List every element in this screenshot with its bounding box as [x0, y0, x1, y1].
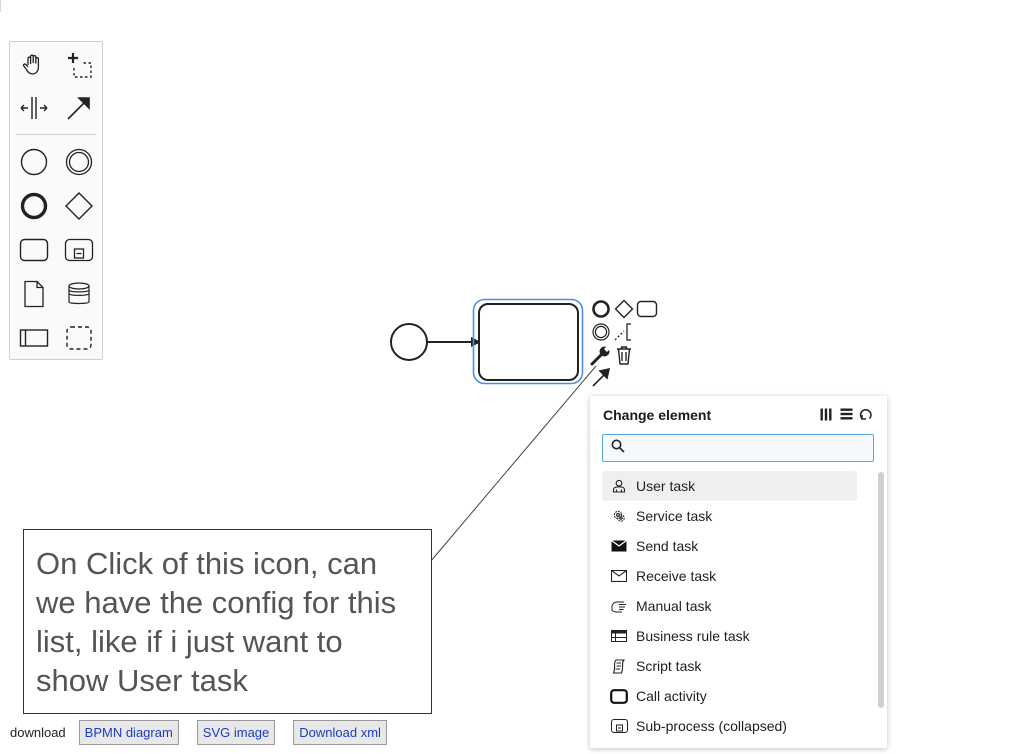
hand-tool-icon[interactable]	[14, 45, 54, 85]
entry-send-task[interactable]: Send task	[602, 531, 857, 561]
entry-script-task[interactable]: Script task	[602, 651, 857, 681]
business-rule-task-icon	[610, 627, 628, 645]
annotation-line: show User task	[36, 663, 248, 698]
pool-icon[interactable]	[14, 318, 54, 358]
annotation-line: On Click of this icon, can	[36, 546, 378, 581]
change-element-popup: Change element User task Service task Se…	[590, 396, 887, 748]
intermediate-event-icon[interactable]	[59, 142, 99, 182]
search-input[interactable]	[631, 437, 873, 459]
append-gateway-icon[interactable]	[613, 298, 635, 320]
selected-task[interactable]	[478, 303, 579, 381]
start-event[interactable]	[390, 323, 428, 361]
data-store-icon[interactable]	[59, 274, 99, 314]
annotation-line: we have the config for this	[36, 585, 397, 620]
search-icon	[611, 439, 625, 458]
annotation-line: list, like if i just want to	[36, 624, 343, 659]
space-tool-icon[interactable]	[14, 88, 54, 128]
data-object-icon[interactable]	[14, 274, 54, 314]
annotation-note: On Click of this icon, can we have the c…	[23, 529, 432, 714]
popup-entry-list: User task Service task Send task Receive…	[602, 471, 857, 741]
entry-service-task[interactable]: Service task	[602, 501, 857, 531]
start-event-icon[interactable]	[14, 142, 54, 182]
entry-receive-task[interactable]: Receive task	[602, 561, 857, 591]
delete-trash-icon[interactable]	[613, 344, 635, 366]
entry-label: User task	[636, 478, 696, 494]
send-task-icon	[610, 537, 628, 555]
sequential-multi-instance-icon[interactable]	[839, 407, 853, 421]
entry-label: Service task	[636, 508, 713, 524]
popup-search-field[interactable]	[602, 434, 874, 462]
end-event-icon[interactable]	[14, 186, 54, 226]
append-intermediate-event-icon[interactable]	[590, 321, 612, 343]
download-bpmn-button[interactable]: BPMN diagram	[78, 720, 179, 745]
call-activity-icon	[610, 687, 628, 705]
wrench-change-type-icon[interactable]	[590, 344, 612, 366]
append-task-icon[interactable]	[636, 298, 658, 320]
entry-label: Send task	[636, 538, 699, 554]
lasso-tool-icon[interactable]	[59, 45, 99, 85]
task-icon[interactable]	[14, 230, 54, 270]
entry-label: Script task	[636, 658, 702, 674]
connect-arrow-icon[interactable]	[590, 366, 612, 388]
loop-icon[interactable]	[859, 407, 873, 421]
download-label: download	[10, 725, 66, 740]
palette-separator	[16, 134, 96, 135]
entry-label: Manual task	[636, 598, 712, 614]
popup-scrollbar[interactable]	[878, 472, 884, 708]
download-svg-button[interactable]: SVG image	[196, 720, 276, 745]
service-task-icon	[610, 507, 628, 525]
annotation-pointer-line	[424, 365, 597, 569]
entry-label: Call activity	[636, 688, 707, 704]
subprocess-icon[interactable]	[59, 230, 99, 270]
gateway-icon[interactable]	[59, 186, 99, 226]
popup-header-tools	[819, 407, 873, 421]
connect-tool-icon[interactable]	[59, 88, 99, 128]
group-icon[interactable]	[59, 318, 99, 358]
canvas-edge-mark	[0, 0, 1, 12]
entry-call-activity[interactable]: Call activity	[602, 681, 857, 711]
entry-business-rule-task[interactable]: Business rule task	[602, 621, 857, 651]
popup-title: Change element	[603, 407, 712, 423]
entry-subprocess-collapsed[interactable]: Sub-process (collapsed)	[602, 711, 857, 741]
append-text-annotation-icon[interactable]	[613, 321, 635, 343]
user-task-icon	[610, 477, 628, 495]
download-bar: download BPMN diagram SVG image Download…	[10, 720, 405, 745]
parallel-multi-instance-icon[interactable]	[819, 407, 833, 421]
subprocess-collapsed-icon	[610, 717, 628, 735]
entry-user-task[interactable]: User task	[602, 471, 857, 501]
append-end-event-icon[interactable]	[590, 298, 612, 320]
tool-palette	[9, 41, 103, 360]
entry-label: Receive task	[636, 568, 717, 584]
download-xml-button[interactable]: Download xml	[293, 720, 387, 745]
manual-task-icon	[610, 597, 628, 615]
entry-manual-task[interactable]: Manual task	[602, 591, 857, 621]
entry-label: Sub-process (collapsed)	[636, 718, 787, 734]
receive-task-icon	[610, 567, 628, 585]
entry-label: Business rule task	[636, 628, 750, 644]
script-task-icon	[610, 657, 628, 675]
